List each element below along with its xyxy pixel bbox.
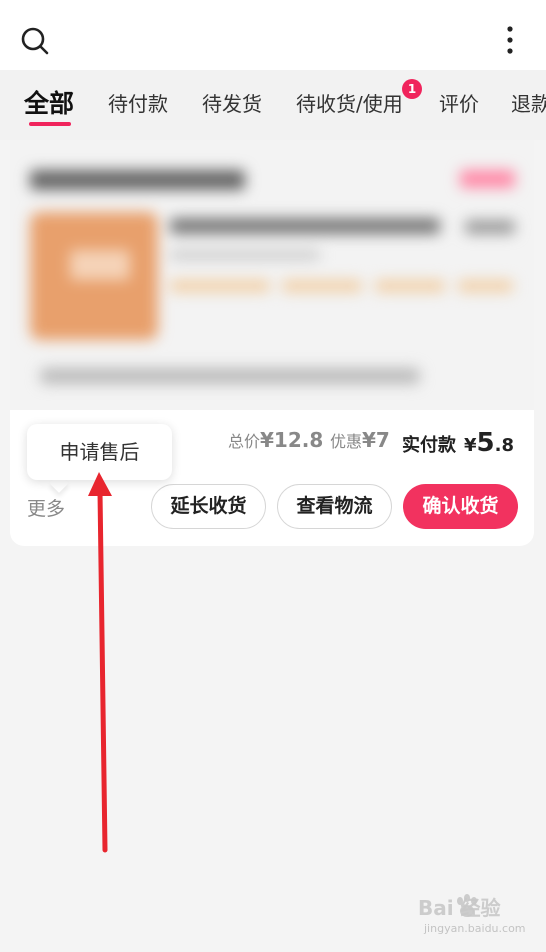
total-price: 总价 ¥12.8	[228, 428, 323, 468]
order-tabs: 全部 待付款 待发货 待收货/使用 评价 退款	[0, 70, 546, 140]
top-bar	[0, 0, 546, 70]
paid-integer: 5	[476, 428, 495, 458]
confirm-receipt-button[interactable]: 确认收货	[403, 484, 518, 529]
search-button[interactable]	[18, 24, 52, 58]
more-options-button[interactable]	[498, 24, 522, 58]
paid-price: 实付款 ¥ 5 .8	[402, 428, 514, 468]
paid-currency: ¥	[464, 435, 477, 456]
tab-pending-receipt[interactable]: 待收货/使用	[296, 88, 403, 117]
paid-label: 实付款	[402, 435, 456, 456]
paid-decimal: .8	[494, 435, 514, 456]
watermark-url: jingyan.baidu.com	[424, 922, 526, 935]
discount-label: 优惠	[330, 432, 363, 451]
tab-all[interactable]: 全部	[24, 84, 74, 120]
tab-pending-payment[interactable]: 待付款	[108, 88, 168, 117]
blurred-order-details	[10, 140, 534, 410]
discount-price: 优惠 ¥7	[330, 428, 390, 468]
apply-after-sales-popover[interactable]: 申请售后	[27, 424, 172, 480]
tab-review[interactable]: 评价	[439, 88, 479, 117]
watermark: Bai 经验 jingyan.baidu.com	[418, 892, 530, 940]
more-link[interactable]: 更多	[27, 494, 65, 521]
tab-pending-shipment[interactable]: 待发货	[202, 88, 262, 117]
more-vertical-icon	[507, 26, 513, 54]
discount-value: ¥7	[362, 428, 390, 452]
search-icon	[21, 27, 49, 55]
view-logistics-button[interactable]: 查看物流	[277, 484, 392, 529]
extend-receipt-button[interactable]: 延长收货	[151, 484, 266, 529]
total-value: ¥12.8	[260, 428, 324, 452]
tab-active-indicator	[29, 122, 71, 126]
tab-refund[interactable]: 退款	[511, 88, 546, 117]
watermark-brand: Bai 经验	[418, 896, 501, 920]
pending-receipt-badge: 1	[402, 79, 422, 99]
total-label: 总价	[228, 432, 261, 451]
